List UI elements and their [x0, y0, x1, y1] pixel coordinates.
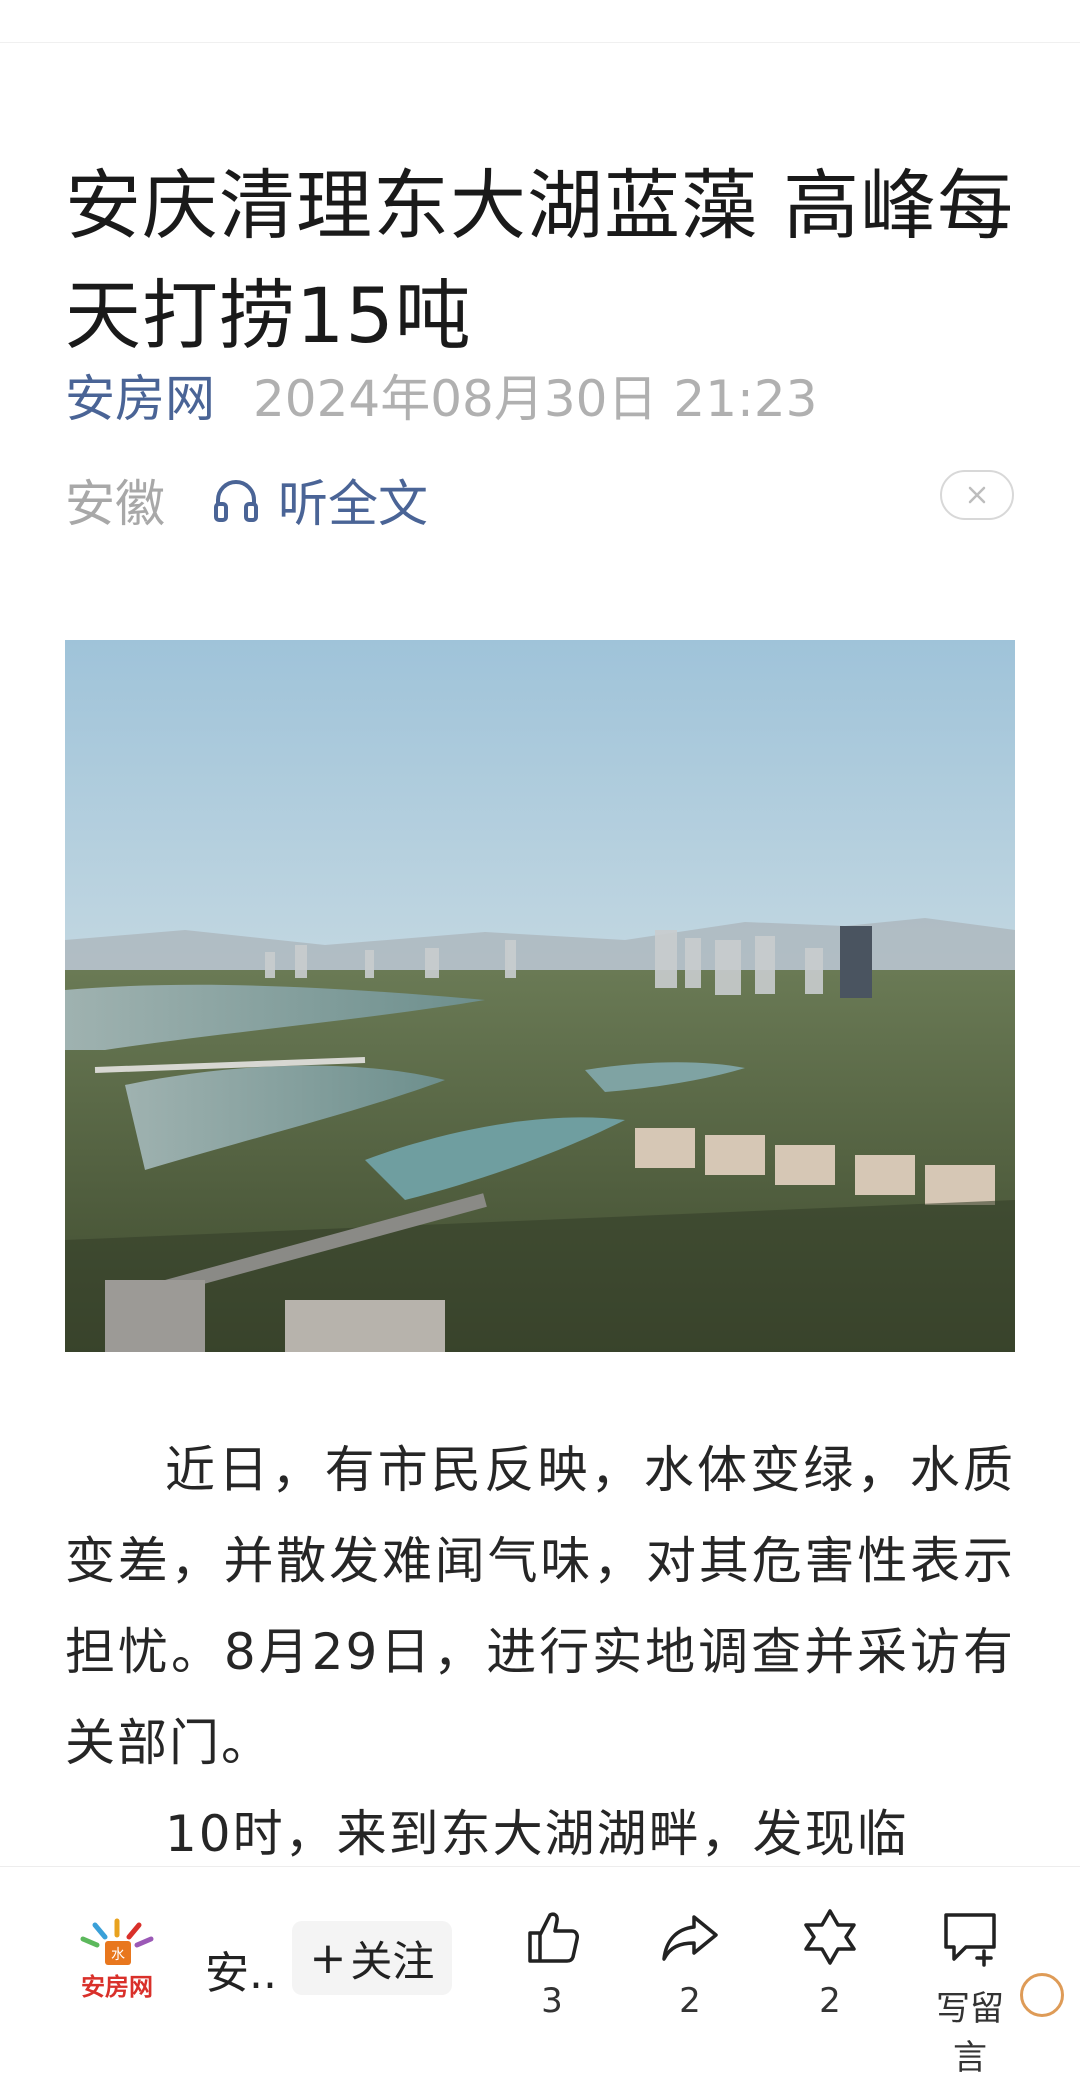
- close-icon: [968, 486, 986, 504]
- listen-full-text-button[interactable]: 听全文: [210, 464, 428, 536]
- like-count: 3: [541, 1981, 563, 2021]
- star-icon: [804, 1909, 856, 1965]
- article-meta: 安房网 2024年08月30日 21:23: [65, 360, 817, 430]
- article-title: 安庆清理东大湖蓝藻 高峰每天打捞15吨: [65, 160, 1015, 360]
- publish-time: 2024年08月30日 21:23: [253, 370, 818, 428]
- source-name[interactable]: 安房网: [65, 359, 215, 431]
- close-button[interactable]: [940, 470, 1014, 520]
- watermark-logo: [1020, 1973, 1064, 2017]
- region-label: 安徽: [65, 475, 165, 533]
- article-body: 近日，有市民反映，水体变绿，水质变差，并散发难闻气味，对其危害性表示担忧。8月2…: [65, 1425, 1015, 1880]
- brand-logo[interactable]: 水 安房网: [65, 1915, 170, 2005]
- headphones-icon: [214, 480, 258, 522]
- plus-icon: +: [309, 1932, 347, 1984]
- listen-full-text-label: 听全文: [278, 475, 428, 533]
- comment-add-icon: [944, 1913, 996, 1967]
- share-count: 2: [679, 1981, 701, 2021]
- svg-text:水: 水: [111, 1947, 125, 1963]
- article-paragraph: 近日，有市民反映，水体变绿，水质变差，并散发难闻气味，对其危害性表示担忧。8月2…: [65, 1441, 1015, 1772]
- brand-logo-mark: 水 安房网: [80, 1918, 154, 2001]
- share-arrow-icon: [662, 1915, 718, 1961]
- watermark: [832, 1964, 1072, 2026]
- svg-text:安房网: 安房网: [81, 1973, 153, 2001]
- follow-button[interactable]: + 关注: [292, 1921, 452, 1995]
- like-button[interactable]: 3: [507, 1905, 597, 2021]
- author-name[interactable]: 安..: [205, 1937, 277, 2001]
- bottom-action-bar: 水 安房网 安.. + 关注 3 2 2 写留言: [0, 1866, 1080, 2078]
- region-row: 安徽 听全文: [65, 465, 428, 535]
- share-button[interactable]: 2: [645, 1905, 735, 2021]
- top-divider: [0, 42, 1080, 43]
- lake-city-photo: [65, 640, 1015, 1352]
- follow-label: 关注: [350, 1936, 435, 1986]
- thumbs-up-icon: [528, 1912, 579, 1963]
- hero-image[interactable]: [65, 640, 1015, 1352]
